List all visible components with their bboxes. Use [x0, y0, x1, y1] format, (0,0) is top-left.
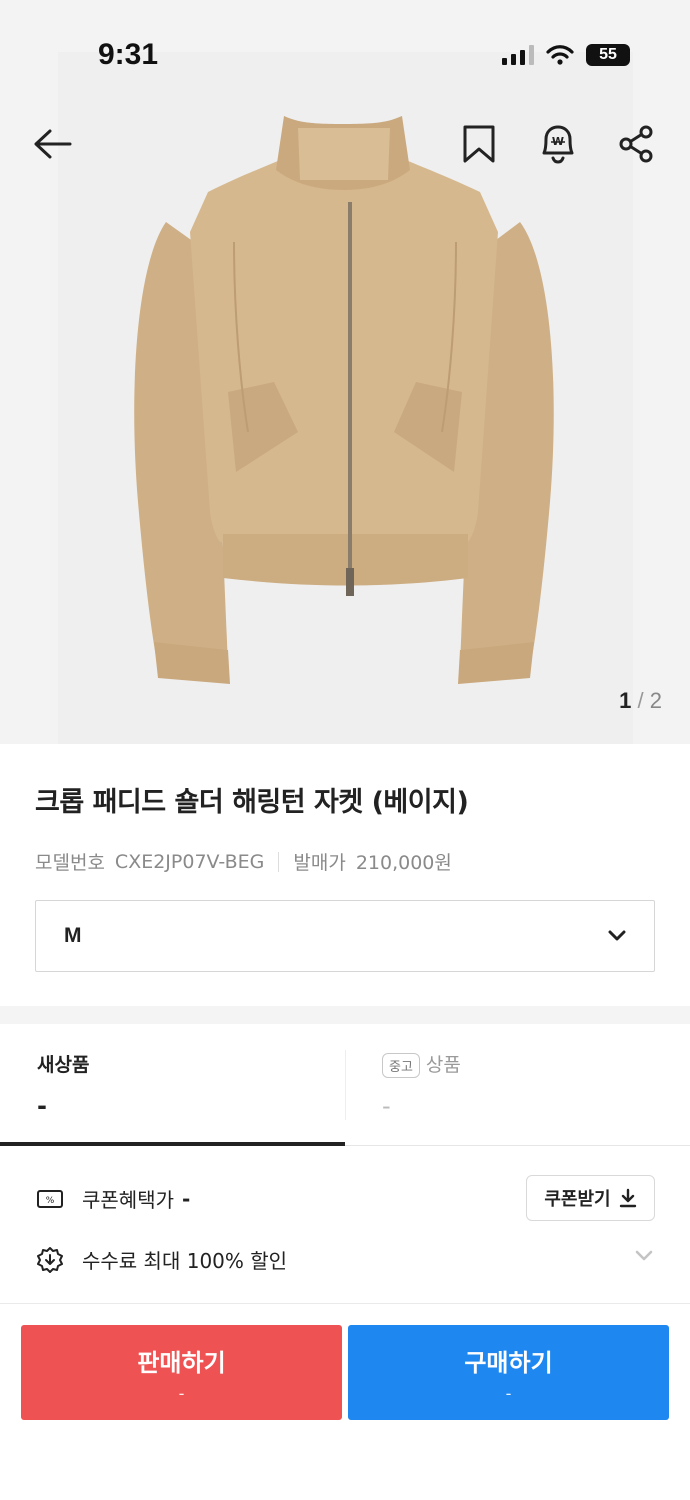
chevron-down-icon [635, 1250, 653, 1261]
size-select-value: M [64, 924, 82, 947]
buy-price: - [505, 1384, 512, 1403]
model-number-value: CXE2JP07V-BEG [114, 850, 265, 873]
coupon-label: 쿠폰혜택가 [82, 1188, 174, 1212]
share-button[interactable] [614, 122, 658, 166]
get-coupon-label: 쿠폰받기 [544, 1189, 611, 1210]
action-bar-divider [0, 1303, 690, 1304]
chevron-down-icon [608, 930, 626, 941]
tab-new-product[interactable]: 새상품 - [37, 1050, 90, 1120]
won-bell-icon: W [542, 125, 574, 164]
status-time: 9:31 [98, 38, 159, 71]
gallery-current-page: 1 [619, 688, 632, 713]
used-badge: 중고 [382, 1053, 420, 1078]
tab-used-price: - [382, 1092, 391, 1120]
sell-button[interactable]: 판매하기 - [21, 1325, 342, 1420]
download-icon [619, 1188, 636, 1208]
fee-expand-toggle[interactable] [634, 1248, 654, 1267]
tab-used-product[interactable]: 중고 상품 - [382, 1050, 461, 1120]
meta-divider [278, 851, 280, 872]
release-price-value: 210,000원 [355, 852, 452, 874]
fee-discount-row[interactable]: 수수료 최대 100% 할인 [36, 1245, 287, 1274]
coupon-price: - [182, 1186, 191, 1211]
tab-new-price: - [37, 1092, 47, 1120]
buy-label: 구매하기 [464, 1349, 553, 1377]
coupon-icon: % [37, 1189, 63, 1208]
back-button[interactable] [30, 122, 74, 166]
fee-discount-text: 수수료 최대 100% 할인 [82, 1249, 288, 1273]
sell-label: 판매하기 [137, 1349, 226, 1377]
share-icon [619, 125, 653, 163]
size-select[interactable]: M [35, 900, 655, 972]
tab-used-label: 상품 [425, 1054, 461, 1076]
tab-separator [345, 1050, 346, 1120]
section-divider [0, 1006, 690, 1024]
release-price-label: 발매가 [293, 852, 346, 874]
product-meta: 모델번호 CXE2JP07V-BEG 발매가 210,000원 [35, 848, 452, 875]
get-coupon-button[interactable]: 쿠폰받기 [526, 1175, 655, 1221]
wifi-icon [546, 45, 574, 65]
bookmark-icon [463, 125, 495, 163]
coupon-price-row: % 쿠폰혜택가 - [36, 1184, 190, 1213]
tab-new-label: 새상품 [37, 1054, 90, 1076]
svg-text:%: % [46, 1196, 55, 1206]
gallery-page-separator: / [637, 688, 644, 713]
model-number-label: 모델번호 [35, 852, 105, 874]
gallery-total-pages: 2 [649, 688, 662, 713]
gallery-page-indicator: 1 / 2 [619, 688, 662, 714]
battery-indicator: 55 [586, 44, 630, 66]
product-title: 크롭 패디드 숄더 해링턴 자켓 (베이지) [35, 787, 469, 818]
discount-badge-icon [37, 1246, 63, 1273]
signal-icon [502, 45, 534, 65]
status-icons: 55 [502, 44, 630, 66]
bookmark-button[interactable] [457, 122, 501, 166]
sell-price: - [178, 1384, 185, 1403]
active-tab-indicator [0, 1142, 345, 1146]
product-image-gallery[interactable]: 9:31 55 W 1 / 2 [0, 0, 690, 744]
arrow-left-icon [34, 129, 72, 159]
price-alert-button[interactable]: W [536, 122, 580, 166]
buy-button[interactable]: 구매하기 - [348, 1325, 669, 1420]
